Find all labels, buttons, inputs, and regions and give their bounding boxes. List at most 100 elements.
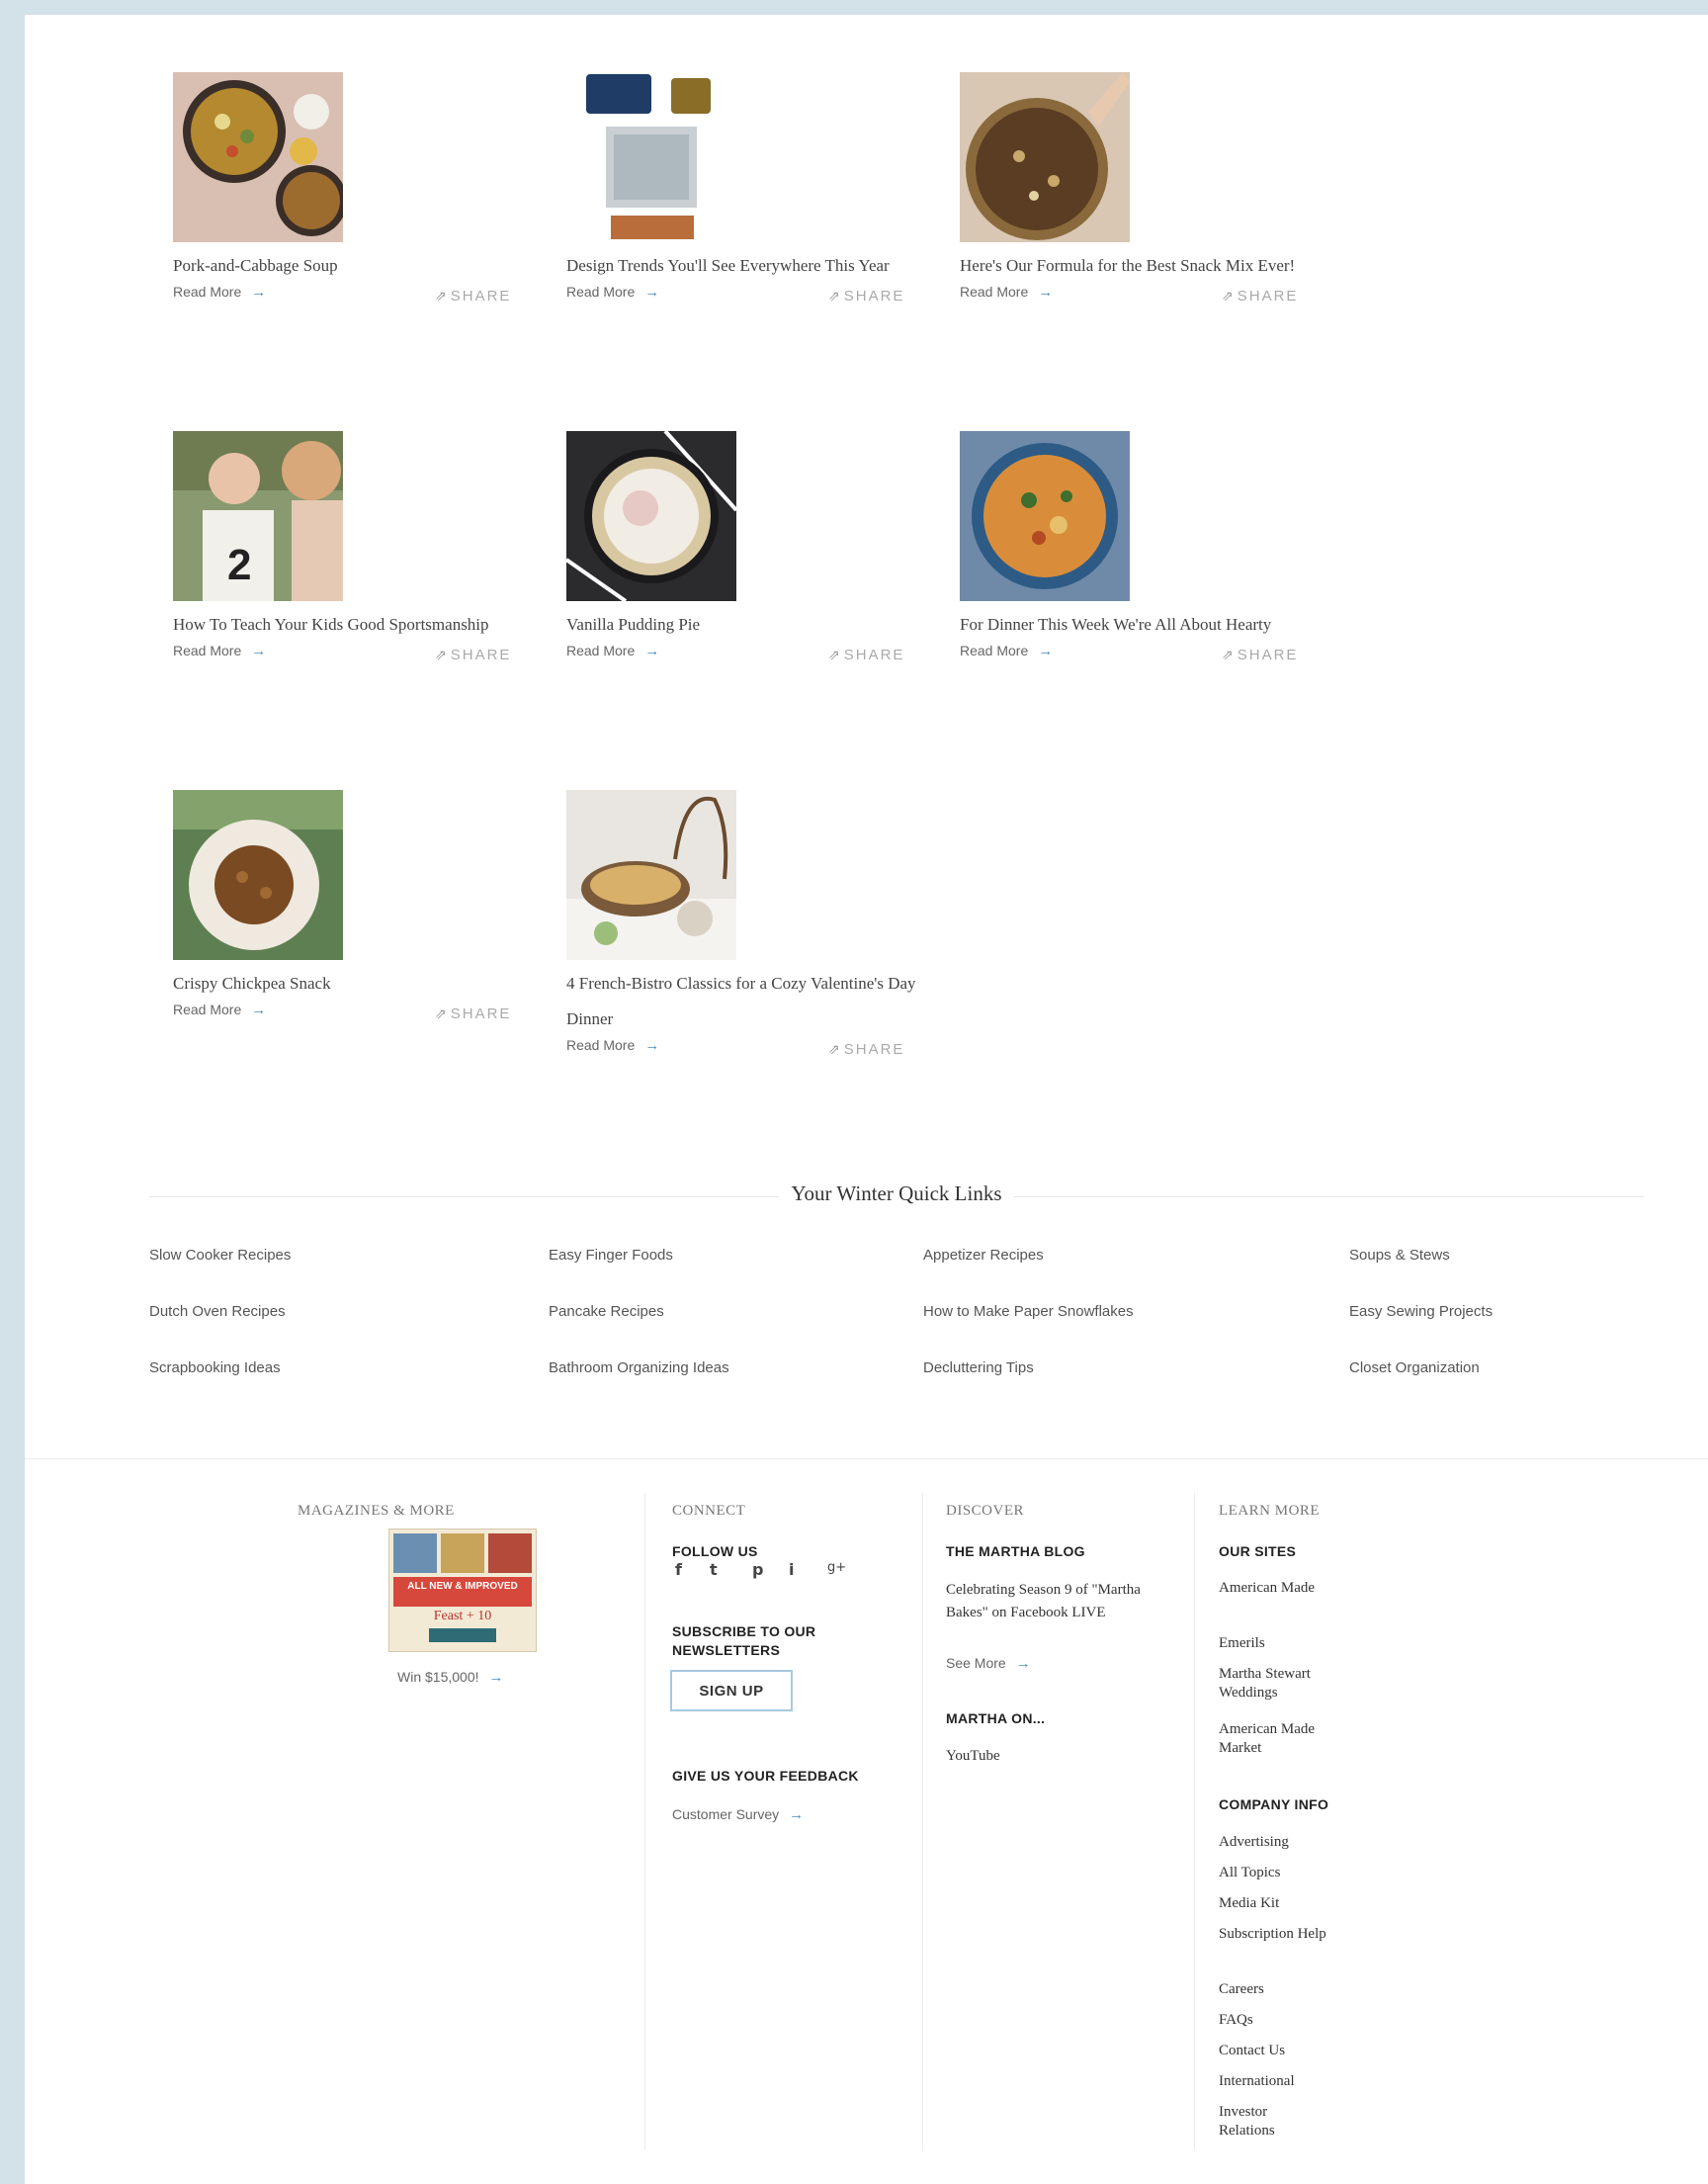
share-button[interactable]: ⇗ SHARE <box>1222 647 1298 663</box>
read-more-link[interactable]: Read More → <box>960 284 1053 301</box>
share-button[interactable]: ⇗ SHARE <box>828 288 904 305</box>
facebook-icon[interactable]: f <box>675 1560 682 1579</box>
article-actions: Read More → ⇗ SHARE <box>173 1002 529 1025</box>
article-card[interactable]: Here's Our Formula for the Best Snack Mi… <box>960 72 1316 307</box>
article-card[interactable]: Crispy Chickpea Snack Read More → ⇗ SHARE <box>173 790 529 1025</box>
article-card[interactable]: Pork-and-Cabbage Soup Read More → ⇗ SHARE <box>173 72 529 307</box>
share-button[interactable]: ⇗ SHARE <box>828 1041 904 1058</box>
quick-link[interactable]: Scrapbooking Ideas <box>149 1359 281 1376</box>
article-image[interactable] <box>960 431 1130 601</box>
quick-link[interactable]: Easy Finger Foods <box>549 1247 673 1264</box>
magazine-cover[interactable]: ALL NEW & IMPROVED Feast + 10 <box>388 1529 537 1652</box>
company-link[interactable]: Investor Relations <box>1219 2103 1308 2140</box>
read-more-link[interactable]: Read More → <box>173 643 266 659</box>
arrow-right-icon: → <box>488 1669 504 1686</box>
read-more-label: Read More <box>173 284 242 300</box>
company-link[interactable]: Subscription Help <box>1219 1925 1327 1944</box>
article-card[interactable]: Vanilla Pudding Pie Read More → ⇗ SHARE <box>566 431 922 666</box>
share-button[interactable]: ⇗ SHARE <box>435 288 511 305</box>
quick-link[interactable]: Closet Organization <box>1349 1359 1480 1376</box>
article-image[interactable] <box>566 790 736 960</box>
magazines-heading: MAGAZINES & MORE <box>298 1503 455 1519</box>
quick-link[interactable]: Slow Cooker Recipes <box>149 1247 291 1264</box>
follow-us-heading: FOLLOW US <box>672 1543 758 1559</box>
article-title[interactable]: Here's Our Formula for the Best Snack Mi… <box>960 248 1316 284</box>
article-title[interactable]: Crispy Chickpea Snack <box>173 966 529 1002</box>
site-link[interactable]: American Made Market <box>1219 1720 1327 1758</box>
company-info-heading: COMPANY INFO <box>1219 1796 1329 1812</box>
share-icon: ⇗ <box>828 1041 840 1057</box>
article-image[interactable] <box>566 431 736 601</box>
see-more-link[interactable]: See More → <box>946 1655 1031 1672</box>
quick-link[interactable]: Appetizer Recipes <box>923 1247 1044 1264</box>
company-link[interactable]: Media Kit <box>1219 1894 1279 1913</box>
arrow-right-icon: → <box>789 1806 805 1823</box>
quick-link[interactable]: Pancake Recipes <box>549 1303 664 1320</box>
footer-column-divider <box>922 1493 923 2150</box>
martha-blog-heading: THE MARTHA BLOG <box>946 1543 1085 1559</box>
read-more-link[interactable]: Read More → <box>566 1037 659 1054</box>
read-more-link[interactable]: Read More → <box>960 643 1053 659</box>
share-icon: ⇗ <box>435 1005 447 1021</box>
share-label: SHARE <box>1237 647 1299 663</box>
article-image[interactable] <box>960 72 1130 242</box>
quick-link[interactable]: Soups & Stews <box>1349 1247 1450 1264</box>
company-link[interactable]: International <box>1219 2072 1295 2091</box>
read-more-link[interactable]: Read More → <box>173 284 266 301</box>
article-image[interactable] <box>173 790 343 960</box>
read-more-link[interactable]: Read More → <box>566 643 659 659</box>
read-more-link[interactable]: Read More → <box>173 1002 266 1018</box>
article-image[interactable] <box>566 72 736 242</box>
article-title[interactable]: How To Teach Your Kids Good Sportsmanshi… <box>173 607 529 643</box>
article-image[interactable] <box>173 72 343 242</box>
read-more-link[interactable]: Read More → <box>566 284 659 301</box>
article-title[interactable]: Pork-and-Cabbage Soup <box>173 248 529 284</box>
arrow-right-icon: → <box>644 284 660 301</box>
customer-survey-link[interactable]: Customer Survey → <box>672 1806 804 1823</box>
site-link[interactable]: Emerils <box>1219 1634 1265 1653</box>
article-title[interactable]: Design Trends You'll See Everywhere This… <box>566 248 922 284</box>
company-link[interactable]: All Topics <box>1219 1864 1280 1882</box>
article-title[interactable]: 4 French-Bistro Classics for a Cozy Vale… <box>566 966 922 1037</box>
quick-link[interactable]: Bathroom Organizing Ideas <box>549 1359 729 1376</box>
google-plus-icon[interactable]: g+ <box>827 1560 846 1575</box>
article-image[interactable]: 2 <box>173 431 343 601</box>
sign-up-button[interactable]: SIGN UP <box>670 1670 793 1711</box>
article-card[interactable]: For Dinner This Week We're All About Hea… <box>960 431 1316 666</box>
arrow-right-icon: → <box>251 1002 267 1018</box>
share-button[interactable]: ⇗ SHARE <box>435 1005 511 1022</box>
article-card[interactable]: 2 How To Teach Your Kids Good Sportsmans… <box>173 431 529 666</box>
design-trends-image <box>566 72 736 242</box>
share-button[interactable]: ⇗ SHARE <box>435 647 511 663</box>
site-link[interactable]: American Made <box>1219 1579 1318 1598</box>
article-card[interactable]: 4 French-Bistro Classics for a Cozy Vale… <box>566 790 922 1061</box>
article-card[interactable]: Design Trends You'll See Everywhere This… <box>566 72 922 307</box>
company-link[interactable]: Contact Us <box>1219 2042 1285 2060</box>
blog-post-link[interactable]: Celebrating Season 9 of "Martha Bakes" o… <box>946 1579 1173 1624</box>
twitter-icon[interactable]: t <box>710 1560 718 1579</box>
hearty-dinner-image <box>960 431 1130 601</box>
svg-text:2: 2 <box>227 541 251 589</box>
arrow-right-icon: → <box>644 643 660 659</box>
win-link[interactable]: Win $15,000! → <box>397 1669 504 1686</box>
quick-link[interactable]: Decluttering Tips <box>923 1359 1034 1376</box>
pinterest-icon[interactable]: p <box>752 1560 763 1579</box>
youtube-link[interactable]: YouTube <box>946 1747 1000 1766</box>
share-button[interactable]: ⇗ SHARE <box>828 647 904 663</box>
read-more-label: Read More <box>960 643 1029 658</box>
see-more-label: See More <box>946 1655 1006 1671</box>
article-title[interactable]: Vanilla Pudding Pie <box>566 607 922 643</box>
site-link[interactable]: Martha Stewart Weddings <box>1219 1665 1347 1703</box>
quick-link[interactable]: Easy Sewing Projects <box>1349 1303 1493 1320</box>
share-label: SHARE <box>843 647 905 663</box>
share-button[interactable]: ⇗ SHARE <box>1222 288 1298 305</box>
our-sites-heading: OUR SITES <box>1219 1543 1297 1559</box>
quick-link[interactable]: How to Make Paper Snowflakes <box>923 1303 1134 1320</box>
company-link[interactable]: Careers <box>1219 1980 1264 1999</box>
article-title[interactable]: For Dinner This Week We're All About Hea… <box>960 607 1316 643</box>
article-actions: Read More → ⇗ SHARE <box>960 643 1316 666</box>
instagram-icon[interactable]: i <box>789 1560 794 1579</box>
company-link[interactable]: FAQs <box>1219 2011 1253 2030</box>
quick-link[interactable]: Dutch Oven Recipes <box>149 1303 286 1320</box>
company-link[interactable]: Advertising <box>1219 1833 1289 1852</box>
